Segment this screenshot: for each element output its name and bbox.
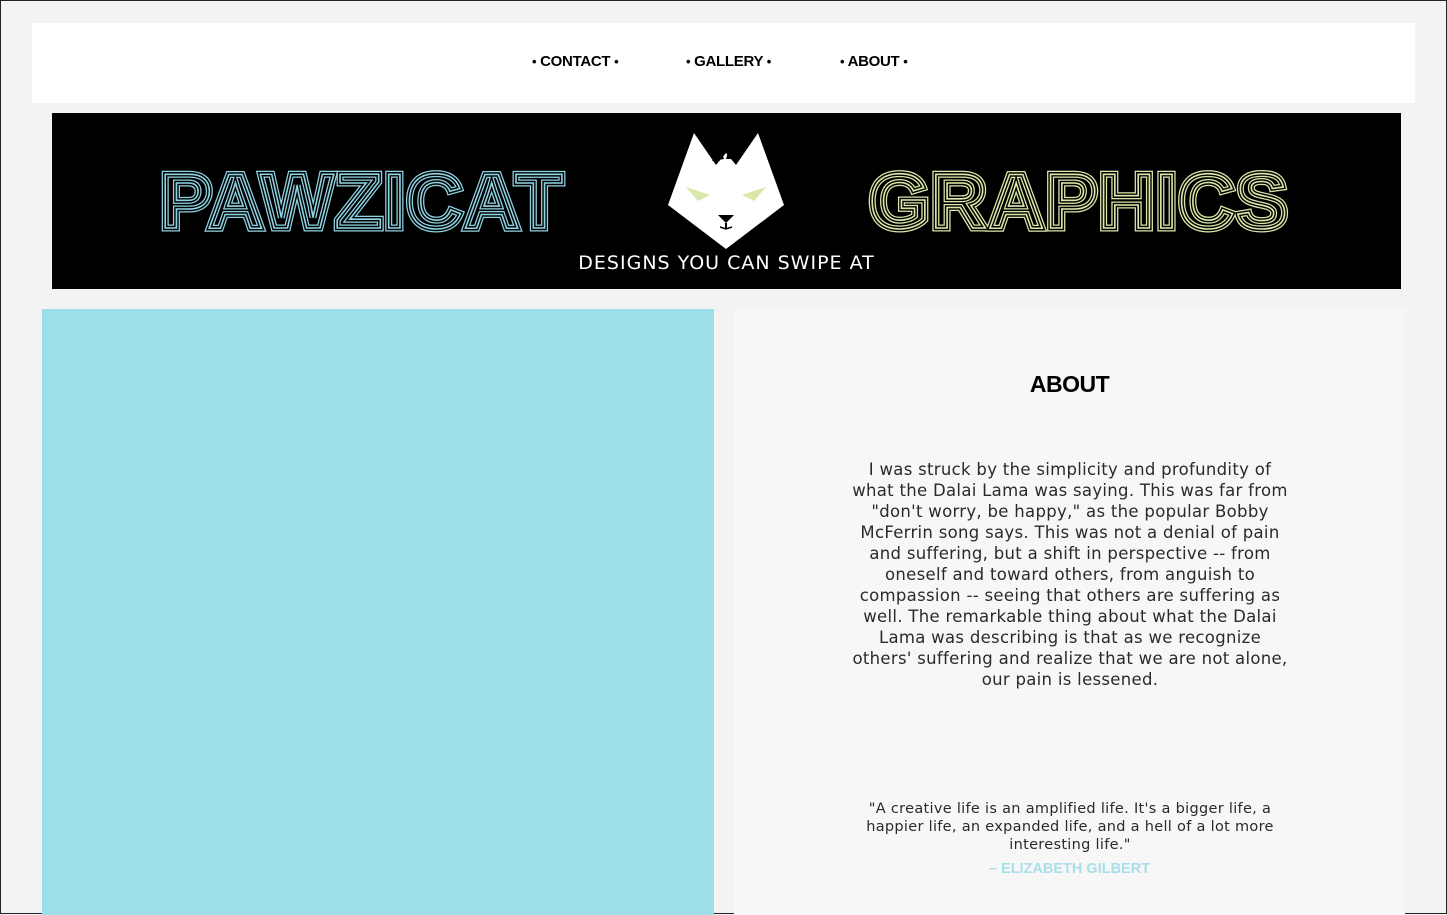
nav-contact-label: CONTACT <box>540 53 611 70</box>
nav-dot: • <box>686 54 691 69</box>
nav-dot: • <box>903 54 908 69</box>
nav-dot: • <box>840 54 845 69</box>
header-banner: PAWZICAT PAWZICAT PAWZICAT GRAPHICS GRAP… <box>52 113 1401 289</box>
nav-about-label: ABOUT <box>847 53 900 70</box>
about-panel: ABOUT I was struck by the simplicity and… <box>734 309 1405 915</box>
brand-left-inner: PAWZICAT <box>160 157 564 245</box>
nav-gallery-link[interactable]: • GALLERY • <box>686 53 771 70</box>
image-placeholder-panel <box>42 309 714 915</box>
about-heading: ABOUT <box>1029 371 1110 397</box>
top-navigation: • CONTACT • • GALLERY • • ABOUT • <box>32 23 1415 103</box>
cat-face-icon <box>668 133 784 249</box>
quote-text: "A creative life is an amplified life. I… <box>866 801 1274 853</box>
brand-right-inner: GRAPHICS <box>869 157 1289 245</box>
nav-dot: • <box>532 54 537 69</box>
nav-dot: • <box>766 54 772 69</box>
nav-dot: • <box>614 54 619 69</box>
banner-tagline: DESIGNS YOU CAN SWIPE AT <box>578 252 875 274</box>
about-body-text: I was struck by the simplicity and profu… <box>852 460 1288 689</box>
quote-author: – ELIZABETH GILBERT <box>988 861 1151 877</box>
nav-about-link[interactable]: • ABOUT • <box>840 53 908 70</box>
nav-gallery-label: GALLERY <box>694 53 763 70</box>
page-frame: • CONTACT • • GALLERY • • ABOUT • PAWZIC… <box>0 0 1447 915</box>
nav-contact-link[interactable]: • CONTACT • <box>532 53 619 70</box>
